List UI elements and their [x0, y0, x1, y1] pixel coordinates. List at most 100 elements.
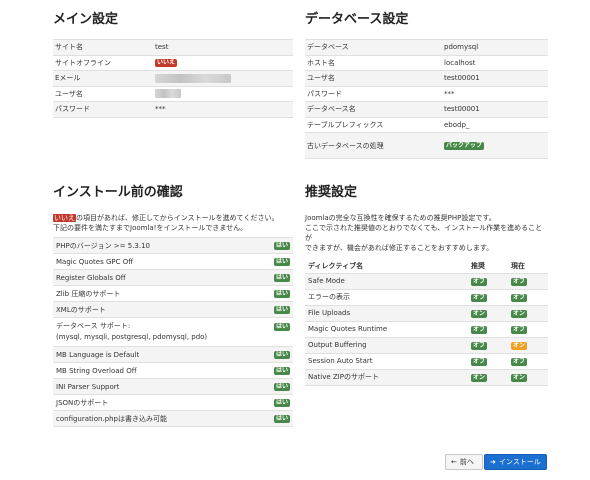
- rec-cell: オフ: [468, 336, 508, 353]
- table-row: エラーの表示 オフ オフ: [305, 288, 548, 305]
- directive-name: Session Auto Start: [305, 352, 468, 369]
- prev-button[interactable]: ← 前へ: [445, 454, 483, 470]
- table-row: PHPのバージョン >= 5.3.10 はい: [53, 237, 293, 254]
- current-badge: オン: [511, 373, 528, 382]
- check-status: はい: [263, 410, 293, 427]
- row-label: 古いデータベースの処理: [305, 132, 442, 159]
- row-value: ***: [442, 85, 548, 102]
- recommended-table: ディレクティブ名 推奨 現在 Safe Mode オフ オフ エラーの表示 オフ…: [305, 259, 548, 386]
- redacted-username: [155, 89, 181, 99]
- row-value: localhost: [442, 54, 548, 71]
- table-row: パスワード ***: [305, 85, 548, 102]
- table-row: サイトオフライン いいえ: [53, 54, 293, 71]
- row-value: いいえ: [153, 54, 293, 71]
- recommended-section: 推奨設定 Joomlaの完全な互換性を確保するための推奨PHP設定です。 ここで…: [305, 185, 548, 386]
- check-status: はい: [263, 285, 293, 302]
- redacted-email: [155, 73, 231, 83]
- check-label: PHPのバージョン >= 5.3.10: [53, 237, 263, 254]
- check-label: configuration.phpは書き込み可能: [53, 410, 263, 427]
- table-row: configuration.phpは書き込み可能 はい: [53, 410, 293, 427]
- rec-cell: オフ: [468, 288, 508, 305]
- check-label: Register Globals Off: [53, 269, 263, 286]
- preinstall-table: PHPのバージョン >= 5.3.10 はい Magic Quotes GPC …: [53, 237, 293, 427]
- directive-name: Output Buffering: [305, 336, 468, 353]
- preinstall-title: インストール前の確認: [53, 185, 183, 200]
- cur-cell: オフ: [508, 272, 548, 289]
- row-value: [153, 70, 293, 86]
- prev-button-label: 前へ: [459, 458, 474, 466]
- cur-cell: オン: [508, 336, 548, 353]
- inline-no-badge: いいえ: [53, 214, 76, 222]
- table-row: サイト名 test: [53, 39, 293, 55]
- table-row: MB String Overload Off はい: [53, 362, 293, 379]
- check-status: はい: [263, 253, 293, 270]
- row-value: pdomysql: [442, 39, 548, 55]
- table-row: データベース サポート: (mysql, mysqli, postgresql,…: [53, 317, 293, 347]
- check-label: JSONのサポート: [53, 394, 263, 411]
- directive-name: Magic Quotes Runtime: [305, 320, 468, 337]
- row-label: テーブルプレフィックス: [305, 116, 442, 133]
- rec-cell: オン: [468, 368, 508, 386]
- current-badge: オフ: [511, 357, 528, 366]
- install-button[interactable]: ➜ インストール: [484, 454, 547, 470]
- status-badge: はい: [273, 399, 290, 407]
- recommended-badge: オフ: [471, 357, 488, 366]
- row-value: test: [153, 39, 293, 55]
- check-label: XMLのサポート: [53, 301, 263, 318]
- cur-cell: オフ: [508, 320, 548, 337]
- header-directive: ディレクティブ名: [308, 261, 364, 270]
- table-row: 古いデータベースの処理 バックアップ: [305, 132, 548, 159]
- recommended-badge: オン: [471, 373, 488, 382]
- status-badge: はい: [273, 351, 290, 359]
- status-badge: はい: [273, 383, 290, 391]
- recommended-badge: オフ: [471, 325, 488, 334]
- cur-cell: オフ: [508, 352, 548, 369]
- row-label: パスワード: [305, 85, 442, 102]
- check-status: はい: [263, 237, 293, 254]
- table-row: Zlib 圧縮のサポート はい: [53, 285, 293, 302]
- main-settings-section: メイン設定 サイト名 test サイトオフライン いいえ Eメール ユーザ名 パ…: [53, 12, 293, 118]
- check-label: INI Parser Support: [53, 378, 263, 395]
- current-badge: オン: [511, 309, 528, 318]
- intro-line1: Joomlaの完全な互換性を確保するための推奨PHP設定です。: [305, 214, 496, 222]
- db-settings-section: データベース設定 データベース pdomysql ホスト名 localhost …: [305, 12, 548, 159]
- directive-name: Safe Mode: [305, 272, 468, 289]
- recommended-badge: オン: [471, 309, 488, 318]
- table-row: ユーザ名 test00001: [305, 70, 548, 86]
- status-badge: いいえ: [155, 59, 178, 68]
- db-settings-table: データベース pdomysql ホスト名 localhost ユーザ名 test…: [305, 39, 548, 159]
- current-badge: オン: [511, 341, 528, 350]
- main-settings-table: サイト名 test サイトオフライン いいえ Eメール ユーザ名 パスワード *…: [53, 39, 293, 118]
- status-badge: はい: [273, 258, 290, 266]
- intro-text-line2: 下記の要件を満たすまでJoomla!をインストールできません。: [53, 224, 248, 232]
- recommended-badge: オフ: [471, 293, 488, 302]
- row-value: ebodp_: [442, 116, 548, 133]
- table-row: XMLのサポート はい: [53, 301, 293, 318]
- intro-text: の項目があれば、修正してからインストールを進めてください。: [76, 214, 279, 222]
- current-badge: オフ: [511, 325, 528, 334]
- status-badge: はい: [273, 367, 290, 375]
- directive-name: Native ZIPのサポート: [305, 368, 468, 386]
- status-badge: はい: [273, 306, 290, 314]
- directive-name: File Uploads: [305, 304, 468, 321]
- check-label: データベース サポート: (mysql, mysqli, postgresql,…: [53, 317, 263, 347]
- table-row: テーブルプレフィックス ebodp_: [305, 116, 548, 133]
- table-row: Output Buffering オフ オン: [305, 336, 548, 353]
- header-recommended: 推奨: [471, 261, 485, 270]
- table-row: Magic Quotes GPC Off はい: [53, 253, 293, 270]
- rec-cell: オフ: [468, 272, 508, 289]
- status-badge: はい: [273, 323, 290, 331]
- intro-line2: ここで示された推奨値のとおりでなくても、インストール作業を進めることが: [305, 224, 543, 242]
- check-status: はい: [263, 301, 293, 318]
- table-row: Session Auto Start オフ オフ: [305, 352, 548, 369]
- status-badge: はい: [273, 274, 290, 282]
- table-row: File Uploads オン オン: [305, 304, 548, 321]
- header-current: 現在: [511, 261, 525, 270]
- check-status: はい: [263, 394, 293, 411]
- row-label: パスワード: [53, 101, 153, 118]
- check-label: MB Language is Default: [53, 346, 263, 363]
- status-badge: バックアップ: [444, 142, 485, 150]
- table-row: MB Language is Default はい: [53, 346, 293, 363]
- table-row: Eメール: [53, 70, 293, 86]
- table-row: ユーザ名: [53, 85, 293, 102]
